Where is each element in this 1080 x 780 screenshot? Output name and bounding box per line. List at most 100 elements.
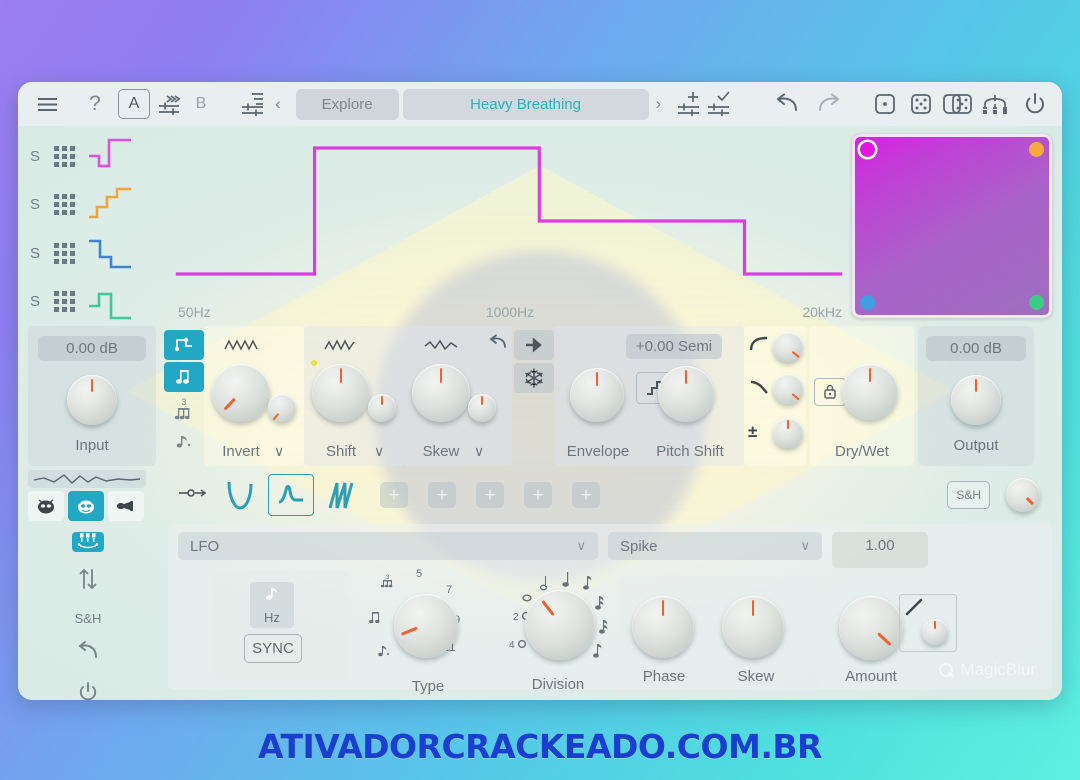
reset-shape-icon[interactable] xyxy=(488,334,508,357)
shift-chevron-down-icon[interactable]: ∨ xyxy=(374,443,384,460)
division-knob[interactable] xyxy=(525,590,595,660)
xy-corner-blue[interactable] xyxy=(860,295,875,310)
lfo-tab-spike[interactable] xyxy=(268,474,314,516)
ab-slot-b[interactable]: B xyxy=(188,95,214,113)
pitch-shift-knob[interactable] xyxy=(658,366,714,422)
skew-chevron-down-icon[interactable]: ∨ xyxy=(474,443,484,460)
grid-icon[interactable] xyxy=(54,145,75,167)
dice-one-icon[interactable] xyxy=(870,89,900,119)
release-curve-knob[interactable] xyxy=(773,374,803,404)
note-icon[interactable] xyxy=(164,362,204,392)
attack-curve-knob[interactable] xyxy=(773,332,803,362)
sample-hold-label[interactable]: S&H xyxy=(75,611,102,626)
add-lfo-slot-3[interactable]: + xyxy=(476,482,504,508)
input-knob[interactable] xyxy=(67,375,117,425)
next-preset-button[interactable]: › xyxy=(649,94,669,114)
amount-knob[interactable] xyxy=(839,596,903,660)
invert-mod-knob[interactable] xyxy=(268,394,296,422)
updown-arrow-icon[interactable] xyxy=(77,566,99,597)
hz-mode-button[interactable]: Hz xyxy=(250,582,294,628)
invert-knob[interactable] xyxy=(212,364,270,422)
skew-knob[interactable] xyxy=(412,364,470,422)
lfo-amount-value[interactable]: 1.00 xyxy=(832,532,928,568)
snowflake-icon[interactable] xyxy=(514,363,554,393)
xy-corner-magenta[interactable] xyxy=(860,142,875,157)
save-preset-icon[interactable] xyxy=(704,89,734,119)
dice-pair-icon[interactable] xyxy=(940,89,974,119)
lfo-shape-select[interactable]: Spike ∨ xyxy=(608,532,822,560)
lfo-tab-strip: + + + + + S&H xyxy=(18,466,1062,524)
band-lane-4[interactable]: S xyxy=(28,279,168,325)
add-preset-icon[interactable] xyxy=(674,89,704,119)
output-gain-value[interactable]: 0.00 dB xyxy=(926,336,1026,361)
grid-icon[interactable] xyxy=(54,242,75,264)
redo-icon[interactable] xyxy=(814,89,844,119)
solo-button[interactable]: S xyxy=(28,196,42,213)
add-lfo-slot-1[interactable]: + xyxy=(380,482,408,508)
prev-preset-button[interactable]: ‹ xyxy=(268,94,288,114)
power-icon[interactable] xyxy=(1020,89,1050,119)
xy-corner-green[interactable] xyxy=(1029,295,1044,310)
trumpet-icon[interactable] xyxy=(108,490,144,521)
phase-knob[interactable] xyxy=(632,596,694,658)
lfo-grid-icon[interactable] xyxy=(72,532,104,552)
lfo-tab-sine[interactable] xyxy=(218,475,262,515)
add-lfo-slot-4[interactable]: + xyxy=(524,482,552,508)
spectrum-display[interactable]: 50Hz 1000Hz 20kHz xyxy=(168,126,852,326)
pitch-shift-value[interactable]: +0.00 Semi xyxy=(626,334,722,359)
arrow-right-icon[interactable] xyxy=(514,330,554,360)
input-gain-value[interactable]: 0.00 dB xyxy=(38,336,146,361)
power-icon[interactable] xyxy=(77,681,99,700)
amount-mod-knob[interactable] xyxy=(922,619,948,645)
help-button[interactable]: ? xyxy=(80,89,110,119)
step-shape-icon-2[interactable] xyxy=(87,183,133,227)
preset-name-field[interactable]: Heavy Breathing xyxy=(402,88,649,120)
explore-button[interactable]: Explore xyxy=(295,88,399,120)
ninja-icon[interactable] xyxy=(28,490,64,521)
skew-knob-lfo[interactable] xyxy=(722,596,784,658)
sample-hold-knob[interactable] xyxy=(1006,478,1040,512)
xy-corner-orange[interactable] xyxy=(1029,142,1044,157)
sample-hold-button[interactable]: S&H xyxy=(947,481,990,509)
shift-mod-knob[interactable] xyxy=(368,394,396,422)
copy-ab-icon[interactable] xyxy=(154,89,184,119)
modulation-routing-icon[interactable] xyxy=(980,89,1010,119)
dice-five-icon[interactable] xyxy=(906,89,936,119)
band-lane-2[interactable]: S xyxy=(28,182,168,228)
band-lane-3[interactable]: S xyxy=(28,230,168,276)
shift-knob[interactable] xyxy=(312,364,370,422)
grid-icon[interactable] xyxy=(54,194,75,216)
xy-morph-pad[interactable] xyxy=(852,134,1052,318)
band-lane-1[interactable]: S xyxy=(28,133,168,179)
sync-mode-button[interactable]: SYNC xyxy=(244,634,302,663)
solo-button[interactable]: S xyxy=(28,148,42,165)
skew-mod-knob[interactable] xyxy=(468,394,496,422)
lfo-tab-saw[interactable] xyxy=(320,475,364,515)
preset-list-icon[interactable] xyxy=(238,89,268,119)
undo-icon[interactable] xyxy=(772,89,802,119)
amount-mod-box[interactable] xyxy=(899,594,957,652)
step-shape-icon-1[interactable] xyxy=(87,134,133,178)
step-shape-icon-4[interactable] xyxy=(87,280,133,324)
ab-slot-a[interactable]: A xyxy=(118,89,150,119)
modulation-source-icon[interactable] xyxy=(178,486,208,505)
bipolar-knob[interactable] xyxy=(773,418,803,448)
invert-chevron-down-icon[interactable]: ∨ xyxy=(274,443,284,460)
type-knob[interactable] xyxy=(394,594,458,658)
output-knob[interactable] xyxy=(951,375,1001,425)
dotted-note-icon[interactable] xyxy=(164,428,204,456)
hamburger-icon[interactable] xyxy=(32,89,62,119)
drywet-knob[interactable] xyxy=(842,364,898,420)
solo-button[interactable]: S xyxy=(28,245,42,262)
devil-icon[interactable] xyxy=(68,490,104,521)
triplet-icon[interactable]: 3 xyxy=(164,394,204,426)
lfo-source-select[interactable]: LFO ∨ xyxy=(178,532,598,560)
undo-icon[interactable] xyxy=(76,640,100,667)
grid-icon[interactable] xyxy=(54,291,75,313)
envelope-knob[interactable] xyxy=(570,368,624,422)
step-shape-icon-3[interactable] xyxy=(87,231,133,275)
solo-button[interactable]: S xyxy=(28,293,42,310)
step-icon[interactable] xyxy=(164,330,204,360)
add-lfo-slot-2[interactable]: + xyxy=(428,482,456,508)
add-lfo-slot-5[interactable]: + xyxy=(572,482,600,508)
